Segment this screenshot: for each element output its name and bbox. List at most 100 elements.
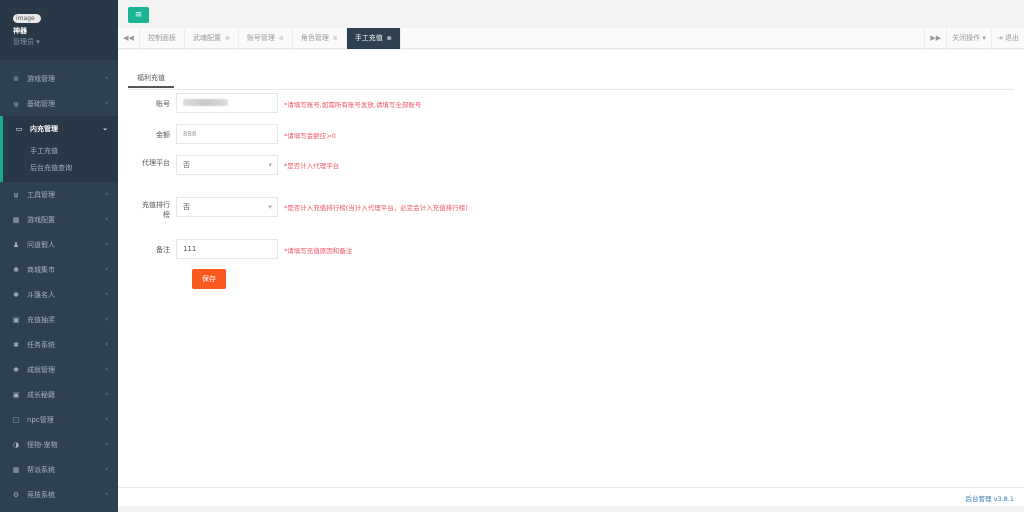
- tab-close-icon[interactable]: ⊗: [331, 35, 338, 42]
- menu-toggle-button[interactable]: ≡: [128, 7, 149, 23]
- tabs-scroll-right-icon[interactable]: ▶▶: [924, 28, 946, 49]
- tab-close-icon[interactable]: ⊗: [223, 35, 230, 42]
- version-text: 后台管理 v3.8.1: [965, 495, 1014, 503]
- sidebar-item-0[interactable]: ⊚ 游戏管理 ‹: [0, 66, 118, 91]
- sidebar-item-14[interactable]: ▦ 帮派系统 ‹: [0, 457, 118, 482]
- account-label: 账号: [156, 100, 170, 108]
- chevron-left-icon: ‹: [105, 240, 108, 248]
- sidebar-item-11[interactable]: ▣ 成长秘籍 ‹: [0, 382, 118, 407]
- tab-close-icon[interactable]: ⊗: [277, 35, 284, 42]
- amount-input[interactable]: 888: [176, 124, 278, 144]
- sidebar-item-7[interactable]: ✱ 斗篷名人 ‹: [0, 282, 118, 307]
- sidebar-menu: ⊚ 游戏管理 ‹ ψ 基础管理 ‹ ▭ 内充管理 ⌄ 手工充值 后台充值查询 ψ 工具管理 ‹ ▦ 游戏配置 ‹…: [0, 66, 118, 507]
- bug-icon: ✱: [13, 340, 19, 349]
- sidebar-item-1[interactable]: ψ 基础管理 ‹: [0, 91, 118, 116]
- tab-label: 账号管理: [246, 34, 275, 42]
- sidebar-item-label: npc管理: [27, 415, 54, 424]
- sidebar-item-label: 商城集市: [27, 265, 55, 274]
- tab-label: 角色管理: [300, 34, 329, 42]
- sidebar-item-label: 帮派系统: [27, 465, 55, 474]
- ranking-select[interactable]: 否: [176, 197, 278, 217]
- sidebar-item-8[interactable]: ▣ 充值抽奖 ‹: [0, 307, 118, 332]
- sidebar-item-12[interactable]: ▢ npc管理 ‹: [0, 407, 118, 432]
- chevron-left-icon: ‹: [105, 415, 108, 423]
- chevron-left-icon: ‹: [105, 465, 108, 473]
- sidebar-item-2[interactable]: ▭ 内充管理 ⌄: [0, 116, 118, 141]
- sidebar: image 神器 管理员 ▾ ⊚ 游戏管理 ‹ ψ 基础管理 ‹ ▭ 内充管理 ⌄ 手工充值 后台充…: [0, 0, 118, 512]
- agent-platform-hint: *是否计入代理平台: [284, 162, 340, 170]
- user-icon: ♟: [12, 240, 20, 249]
- ranking-label: 充值排行榜: [142, 201, 170, 219]
- tab-divider: [128, 89, 1014, 90]
- sidebar-item-3[interactable]: ψ 工具管理 ‹: [0, 182, 118, 207]
- tab-item[interactable]: 武魂配置 ⊗: [185, 28, 239, 49]
- submenu: 手工充值 后台充值查询: [0, 141, 118, 182]
- card-icon: ▣: [12, 315, 20, 324]
- gamepad-icon: ⊚: [13, 74, 19, 83]
- sidebar-item-label: 斗篷名人: [27, 290, 55, 299]
- bug-icon: ✱: [13, 290, 19, 299]
- bug-icon: ✱: [13, 365, 19, 374]
- sidebar-item-label: 工具管理: [27, 190, 55, 199]
- logo: image: [13, 14, 41, 23]
- agent-platform-select[interactable]: 否: [176, 155, 278, 175]
- cutlery-icon: ψ: [13, 190, 19, 199]
- sidebar-item-label: 任务系统: [27, 340, 55, 349]
- account-hint: *请填写账号,如需所有账号发放,请填写全部账号: [284, 101, 422, 109]
- sidebar-item-label: 竞技系统: [27, 490, 55, 499]
- sidebar-item-9[interactable]: ✱ 任务系统 ‹: [0, 332, 118, 357]
- amount-hint: *请填写金额应>0: [284, 132, 336, 140]
- amount-label: 金额: [156, 131, 170, 139]
- bug-icon: ✱: [13, 265, 19, 274]
- monitor-icon: ▭: [15, 124, 23, 133]
- bottom-strip: [118, 506, 1024, 512]
- square-icon: ▢: [12, 415, 20, 424]
- submenu-item[interactable]: 手工充值: [3, 143, 118, 160]
- logout-button[interactable]: ⇥ 退出: [990, 28, 1024, 49]
- chevron-left-icon: ‹: [105, 340, 108, 348]
- tabs-right-controls: ▶▶ 关闭操作 ▾ ⇥ 退出: [924, 28, 1024, 49]
- tab-label: 控制面板: [148, 34, 176, 42]
- sidebar-item-label: 怪物-宠物: [27, 440, 58, 449]
- tab-close-icon[interactable]: ⊗: [385, 35, 392, 42]
- sidebar-item-label: 充值抽奖: [27, 315, 55, 324]
- agent-platform-label: 代理平台: [142, 159, 170, 167]
- adjust-icon: ◑: [12, 440, 20, 449]
- sidebar-item-6[interactable]: ✱ 商城集市 ‹: [0, 257, 118, 282]
- chevron-left-icon: ‹: [105, 390, 108, 398]
- chevron-left-icon: ‹: [105, 315, 108, 323]
- close-operations-dropdown[interactable]: 关闭操作 ▾: [946, 28, 991, 49]
- grid-icon: ▦: [12, 465, 20, 474]
- tab-item[interactable]: 手工充值 ⊗: [346, 28, 401, 49]
- sidebar-item-4[interactable]: ▦ 游戏配置 ‹: [0, 207, 118, 232]
- chevron-left-icon: ‹: [105, 290, 108, 298]
- account-input[interactable]: [176, 93, 278, 113]
- tabs-scroll-left-icon[interactable]: ◀◀: [118, 28, 140, 49]
- profile-block: image 神器 管理员 ▾: [0, 0, 118, 60]
- remark-hint: *请填写充值原因和备注: [284, 247, 353, 255]
- save-button[interactable]: 保存: [192, 269, 226, 289]
- tab-label: 手工充值: [354, 34, 383, 42]
- profile-name: 神器: [13, 27, 27, 35]
- tab-item[interactable]: 账号管理 ⊗: [239, 28, 293, 49]
- submenu-item[interactable]: 后台充值查询: [3, 160, 118, 177]
- tab-welfare-recharge[interactable]: 福利充值: [128, 68, 174, 88]
- remark-label: 备注: [156, 246, 170, 254]
- remark-input[interactable]: 111: [176, 239, 278, 259]
- blurred-account-value: [183, 99, 228, 106]
- card-icon: ▣: [12, 390, 20, 399]
- sidebar-item-label: 游戏管理: [27, 74, 55, 83]
- sidebar-item-13[interactable]: ◑ 怪物-宠物 ‹: [0, 432, 118, 457]
- tab-item[interactable]: 控制面板: [140, 28, 185, 49]
- sidebar-item-10[interactable]: ✱ 成就管理 ‹: [0, 357, 118, 382]
- sidebar-item-15[interactable]: ⚙ 竞技系统 ‹: [0, 482, 118, 507]
- top-navbar: ≡: [118, 0, 1024, 28]
- sidebar-item-label: 成长秘籍: [27, 390, 55, 399]
- main-content: 福利充值 账号 *请填写账号,如需所有账号发放,请填写全部账号 金额 888 *…: [118, 50, 1024, 487]
- chevron-left-icon: ‹: [105, 490, 108, 498]
- sidebar-item-5[interactable]: ♟ 问道假人 ‹: [0, 232, 118, 257]
- tab-item[interactable]: 角色管理 ⊗: [293, 28, 347, 49]
- chevron-left-icon: ‹: [105, 215, 108, 223]
- profile-role-dropdown[interactable]: 管理员 ▾: [13, 37, 118, 47]
- sidebar-item-label: 成就管理: [27, 365, 55, 374]
